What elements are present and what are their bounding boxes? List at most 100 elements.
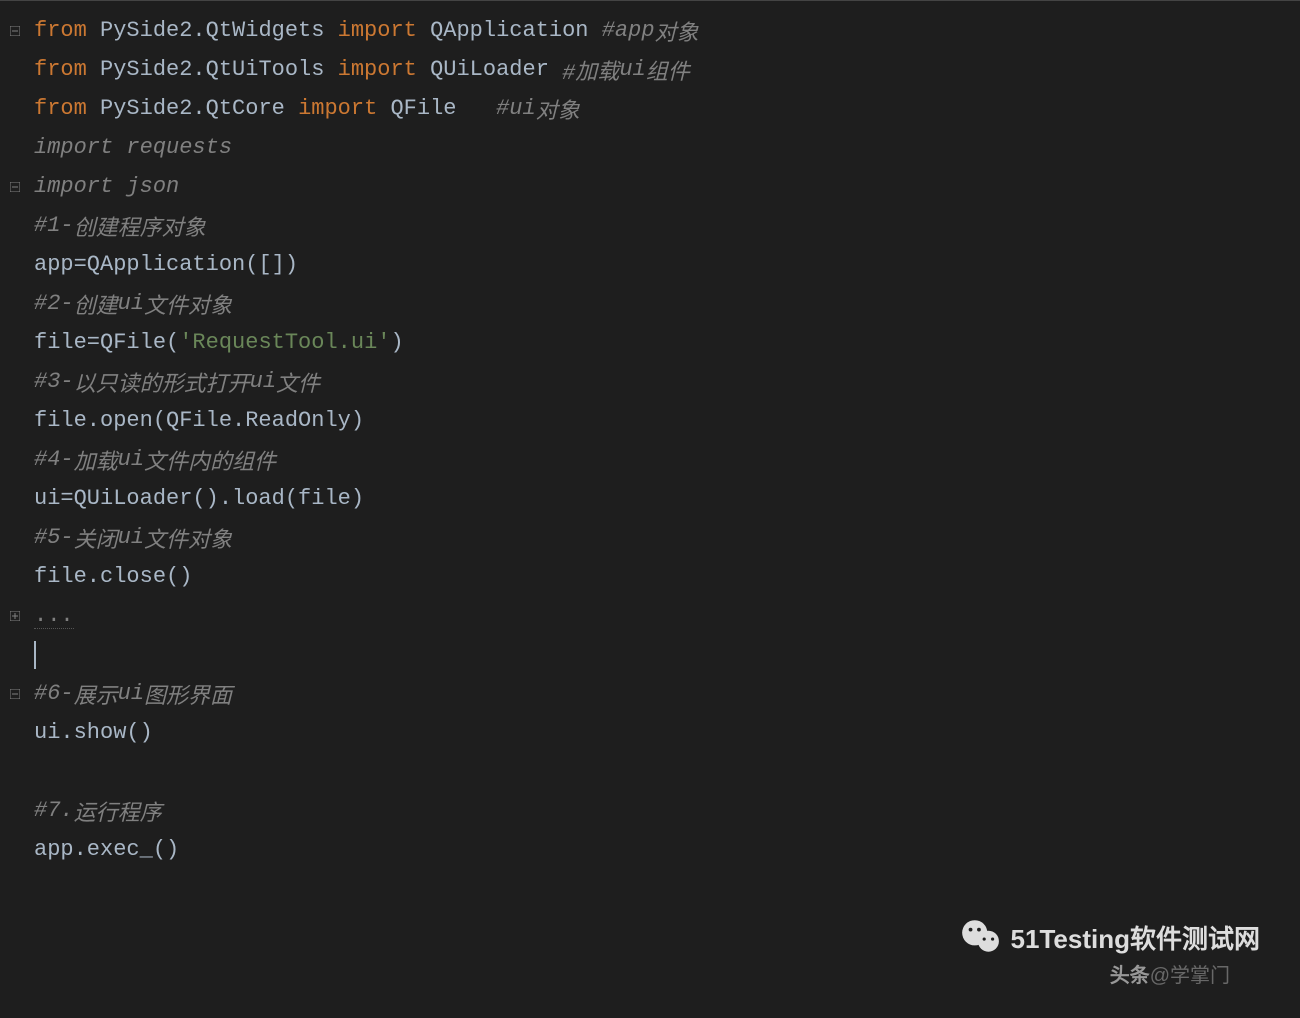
code-token: #7. bbox=[34, 798, 74, 823]
code-token: 'RequestTool.ui' bbox=[179, 330, 390, 355]
code-token: file.close() bbox=[34, 564, 192, 589]
code-token: import bbox=[298, 96, 390, 121]
code-token: #4- bbox=[34, 447, 74, 472]
gutter-fold-icon[interactable] bbox=[0, 596, 30, 635]
code-token: import bbox=[338, 57, 430, 82]
code-token: #加载 bbox=[562, 54, 619, 86]
gutter-fold-icon bbox=[0, 830, 30, 869]
code-token: 对象 bbox=[655, 15, 699, 47]
code-line[interactable]: import requests bbox=[34, 128, 1300, 167]
gutter-fold-icon bbox=[0, 245, 30, 284]
gutter-fold-icon[interactable] bbox=[0, 11, 30, 50]
code-token: 创建程序对象 bbox=[74, 210, 206, 242]
code-token: 图形界面 bbox=[144, 678, 232, 710]
code-token: 组件 bbox=[646, 54, 690, 86]
code-token: PySide2.QtUiTools bbox=[100, 57, 338, 82]
code-token: ... bbox=[34, 603, 74, 629]
code-line[interactable] bbox=[34, 635, 1300, 674]
gutter-fold-icon bbox=[0, 869, 30, 908]
code-token: 文件对象 bbox=[144, 288, 232, 320]
code-token: 文件对象 bbox=[144, 522, 232, 554]
code-token: ui bbox=[118, 681, 144, 706]
code-editor[interactable]: from PySide2.QtWidgets import QApplicati… bbox=[0, 0, 1300, 1018]
code-area[interactable]: from PySide2.QtWidgets import QApplicati… bbox=[30, 1, 1300, 1018]
gutter-fold-icon bbox=[0, 323, 30, 362]
code-token: from bbox=[34, 57, 100, 82]
code-token: 创建 bbox=[74, 288, 118, 320]
code-line[interactable] bbox=[34, 752, 1300, 791]
code-token: QApplication bbox=[430, 18, 602, 43]
gutter-fold-icon bbox=[0, 440, 30, 479]
gutter-fold-icon bbox=[0, 50, 30, 89]
code-line[interactable]: #3-以只读的形式打开ui文件 bbox=[34, 362, 1300, 401]
code-token: app.exec_() bbox=[34, 837, 179, 862]
code-line[interactable]: app.exec_() bbox=[34, 830, 1300, 869]
code-token: #app bbox=[602, 18, 655, 43]
gutter-fold-icon bbox=[0, 518, 30, 557]
code-token: import bbox=[338, 18, 430, 43]
code-token: ui=QUiLoader().load(file) bbox=[34, 486, 364, 511]
code-line[interactable]: #5-关闭ui文件对象 bbox=[34, 518, 1300, 557]
code-token: 展示 bbox=[74, 678, 118, 710]
code-token: #5- bbox=[34, 525, 74, 550]
gutter-fold-icon bbox=[0, 635, 30, 674]
code-line[interactable]: file.open(QFile.ReadOnly) bbox=[34, 401, 1300, 440]
code-token: #2- bbox=[34, 291, 74, 316]
code-token: 运行程序 bbox=[74, 795, 162, 827]
code-line[interactable]: #4-加载ui文件内的组件 bbox=[34, 440, 1300, 479]
code-line[interactable]: #1-创建程序对象 bbox=[34, 206, 1300, 245]
gutter-fold-icon bbox=[0, 401, 30, 440]
code-line[interactable]: #7.运行程序 bbox=[34, 791, 1300, 830]
gutter-fold-icon[interactable] bbox=[0, 167, 30, 206]
code-token: 关闭 bbox=[74, 522, 118, 554]
code-token: 文件 bbox=[276, 366, 320, 398]
watermark-text: 51Testing软件测试网 bbox=[1011, 919, 1260, 956]
code-line[interactable]: file=QFile('RequestTool.ui') bbox=[34, 323, 1300, 362]
code-token: from bbox=[34, 96, 100, 121]
gutter-fold-icon bbox=[0, 89, 30, 128]
gutter-fold-icon bbox=[0, 791, 30, 830]
code-line[interactable]: from PySide2.QtWidgets import QApplicati… bbox=[34, 11, 1300, 50]
code-line[interactable]: file.close() bbox=[34, 557, 1300, 596]
code-token: #1- bbox=[34, 213, 74, 238]
code-token: file.open(QFile.ReadOnly) bbox=[34, 408, 364, 433]
code-line[interactable]: ... bbox=[34, 596, 1300, 635]
gutter-fold-icon bbox=[0, 557, 30, 596]
code-token: 对象 bbox=[536, 93, 580, 125]
code-token: file=QFile( bbox=[34, 330, 179, 355]
watermark-primary: 51Testing软件测试网 bbox=[959, 916, 1260, 958]
code-token: PySide2.QtWidgets bbox=[100, 18, 338, 43]
gutter-fold-icon bbox=[0, 362, 30, 401]
gutter-fold-icon bbox=[0, 206, 30, 245]
code-line[interactable]: import json bbox=[34, 167, 1300, 206]
code-token: ui bbox=[118, 525, 144, 550]
code-line[interactable]: from PySide2.QtCore import QFile #ui对象 bbox=[34, 89, 1300, 128]
watermark-secondary: 头条@学掌门 bbox=[1110, 959, 1230, 988]
gutter-fold-icon[interactable] bbox=[0, 674, 30, 713]
code-token: 加载 bbox=[74, 444, 118, 476]
gutter-fold-icon bbox=[0, 752, 30, 791]
editor-gutter bbox=[0, 1, 30, 1018]
code-token: ui bbox=[250, 369, 276, 394]
code-token: app=QApplication([]) bbox=[34, 252, 298, 277]
code-token: ) bbox=[390, 330, 403, 355]
code-token: from bbox=[34, 18, 100, 43]
code-token: ui bbox=[118, 447, 144, 472]
code-token: 文件内的组件 bbox=[144, 444, 276, 476]
text-cursor bbox=[34, 641, 36, 669]
code-token: import requests bbox=[34, 135, 232, 160]
code-token: #6- bbox=[34, 681, 74, 706]
code-line[interactable]: ui.show() bbox=[34, 713, 1300, 752]
code-line[interactable]: from PySide2.QtUiTools import QUiLoader … bbox=[34, 50, 1300, 89]
code-token: #3- bbox=[34, 369, 74, 394]
code-line[interactable]: #2-创建ui文件对象 bbox=[34, 284, 1300, 323]
code-line[interactable]: ui=QUiLoader().load(file) bbox=[34, 479, 1300, 518]
code-token: #ui bbox=[496, 96, 536, 121]
code-token: ui bbox=[619, 57, 645, 82]
code-line[interactable] bbox=[34, 869, 1300, 908]
code-line[interactable]: app=QApplication([]) bbox=[34, 245, 1300, 284]
gutter-fold-icon bbox=[0, 128, 30, 167]
code-token: import json bbox=[34, 174, 179, 199]
code-line[interactable]: #6-展示ui图形界面 bbox=[34, 674, 1300, 713]
code-token: 以只读的形式打开 bbox=[74, 366, 250, 398]
